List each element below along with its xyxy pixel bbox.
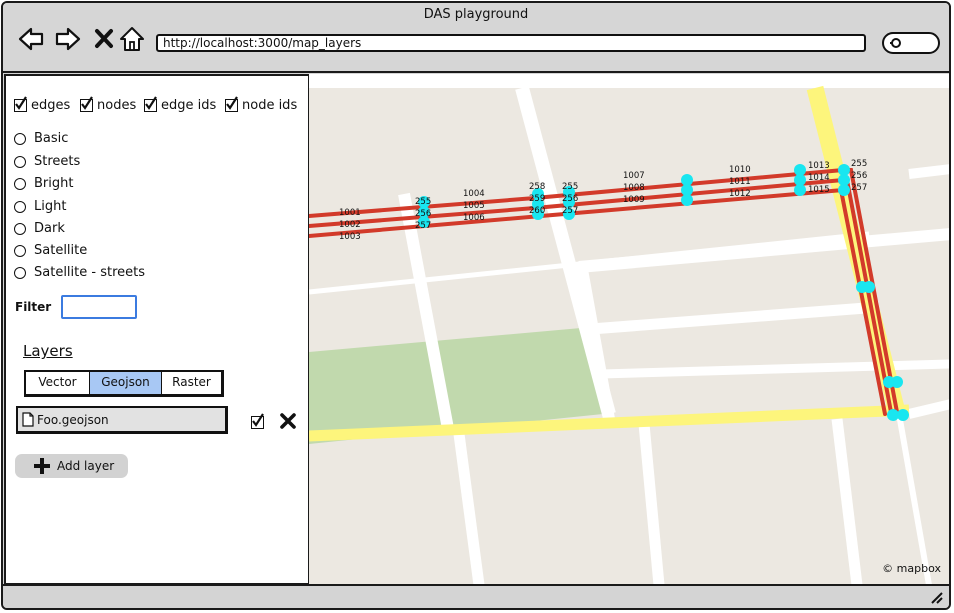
toggle-edge-ids-label: edge ids xyxy=(161,98,217,113)
edge-id-label: 1011 xyxy=(729,177,751,187)
layer-item[interactable]: Foo.geojson xyxy=(16,406,228,434)
edge-id-label: 1013 xyxy=(808,161,830,171)
style-option-label: Light xyxy=(34,199,67,214)
node-id-label: 255 xyxy=(851,159,867,169)
home-icon[interactable] xyxy=(118,25,146,53)
status-bar xyxy=(3,584,949,608)
plus-icon xyxy=(34,458,50,474)
filter-input[interactable] xyxy=(61,295,137,319)
style-option-label: Satellite xyxy=(34,243,88,258)
style-option-label: Basic xyxy=(34,131,69,146)
edge-id-label: 1004 xyxy=(463,189,485,199)
remove-layer-icon[interactable] xyxy=(279,412,297,430)
node-id-label: 259 xyxy=(529,194,545,204)
node-id-label: 255 xyxy=(562,182,578,192)
edge-id-label: 1009 xyxy=(623,195,645,205)
radio-icon[interactable] xyxy=(14,266,26,279)
node-id-label: 258 xyxy=(529,182,545,192)
checkbox-icon[interactable] xyxy=(251,413,264,429)
radio-icon[interactable] xyxy=(14,132,26,145)
node-marker xyxy=(794,184,806,196)
edge-id-label: 1005 xyxy=(463,201,485,211)
edge-id-label: 1008 xyxy=(623,183,645,193)
style-option-label: Dark xyxy=(34,221,65,236)
edge-id-label: 1003 xyxy=(339,232,361,242)
node-id-label: 257 xyxy=(415,221,431,231)
style-option-label: Streets xyxy=(34,154,81,169)
node-id-label: 257 xyxy=(562,206,578,216)
edge-id-label: 1010 xyxy=(729,165,751,175)
window-title: DAS playground xyxy=(423,7,529,22)
search-icon xyxy=(890,38,901,48)
style-option-bright[interactable]: Bright xyxy=(14,176,73,191)
toggle-edge-ids[interactable]: edge ids xyxy=(144,96,217,113)
add-layer-button[interactable]: Add layer xyxy=(15,454,128,478)
layer-visible-checkbox[interactable] xyxy=(251,413,268,433)
url-input[interactable]: http://localhost:3000/map_layers xyxy=(156,34,866,52)
edge-id-label: 1007 xyxy=(623,171,645,181)
style-option-label: Bright xyxy=(34,176,74,191)
node-id-label: 256 xyxy=(562,194,578,204)
map-canvas[interactable]: 1001 1002 1003 1004 1005 1006 1007 1008 1009 1010… xyxy=(309,74,951,585)
checkbox-icon[interactable] xyxy=(80,96,93,112)
toggle-nodes[interactable]: nodes xyxy=(80,96,137,113)
toggle-node-ids-label: node ids xyxy=(242,98,298,113)
mapbox-attribution[interactable]: © mapbox xyxy=(882,562,941,575)
browser-window: DAS playground http://localhost:3000/map… xyxy=(1,1,951,610)
edge-id-label: 1001 xyxy=(339,208,361,218)
layers-heading: Layers xyxy=(23,342,73,360)
node-marker xyxy=(891,376,903,388)
toggle-node-ids[interactable]: node ids xyxy=(225,96,298,113)
radio-icon[interactable] xyxy=(14,244,26,257)
edge-id-label: 1006 xyxy=(463,213,485,223)
toggle-edges-label: edges xyxy=(31,98,71,113)
toggle-nodes-label: nodes xyxy=(97,98,137,113)
style-option-streets[interactable]: Streets xyxy=(14,154,80,169)
map-view[interactable]: 1001 1002 1003 1004 1005 1006 1007 1008 1009 1010… xyxy=(309,74,951,585)
browser-toolbar: DAS playground http://localhost:3000/map… xyxy=(3,3,949,73)
node-marker xyxy=(838,184,850,196)
checkbox-icon[interactable] xyxy=(225,96,238,112)
edge-id-label: 1014 xyxy=(808,173,830,183)
radio-icon[interactable] xyxy=(14,200,26,213)
radio-icon[interactable] xyxy=(14,155,26,168)
search-box[interactable] xyxy=(882,32,940,54)
toggle-edges[interactable]: edges xyxy=(14,96,71,113)
edge-id-label: 1012 xyxy=(729,189,751,199)
map-top-strip xyxy=(309,74,949,88)
style-option-satellite[interactable]: Satellite xyxy=(14,243,87,258)
node-marker xyxy=(897,409,909,421)
node-marker xyxy=(681,194,693,206)
filter-label: Filter xyxy=(15,300,52,314)
node-id-label: 255 xyxy=(415,197,431,207)
close-icon[interactable] xyxy=(91,25,119,53)
resize-grip-icon[interactable] xyxy=(929,590,943,604)
radio-icon[interactable] xyxy=(14,222,26,235)
forward-arrow-icon[interactable] xyxy=(54,25,82,53)
edge-id-label: 1002 xyxy=(339,220,361,230)
node-marker xyxy=(863,281,875,293)
node-id-label: 257 xyxy=(851,183,867,193)
edge-id-label: 1015 xyxy=(808,185,830,195)
layer-type-tabs: Vector Geojson Raster xyxy=(24,370,224,397)
tab-vector[interactable]: Vector xyxy=(26,372,89,394)
checkbox-icon[interactable] xyxy=(144,96,157,112)
file-icon xyxy=(22,412,34,427)
style-option-basic[interactable]: Basic xyxy=(14,131,68,146)
style-option-dark[interactable]: Dark xyxy=(14,221,65,236)
add-layer-label: Add layer xyxy=(57,459,115,473)
style-option-label: Satellite - streets xyxy=(34,265,145,280)
node-id-label: 260 xyxy=(529,206,545,216)
layer-name: Foo.geojson xyxy=(37,412,109,427)
tab-raster[interactable]: Raster xyxy=(161,372,221,394)
node-id-label: 256 xyxy=(851,171,867,181)
back-arrow-icon[interactable] xyxy=(17,25,45,53)
node-id-label: 256 xyxy=(415,209,431,219)
sidebar: edges nodes edge ids node ids Basic Stre… xyxy=(4,74,310,585)
style-option-satellite-streets[interactable]: Satellite - streets xyxy=(14,265,145,280)
radio-icon[interactable] xyxy=(14,177,26,190)
style-option-light[interactable]: Light xyxy=(14,199,66,214)
tab-geojson[interactable]: Geojson xyxy=(89,372,161,394)
checkbox-icon[interactable] xyxy=(14,96,27,112)
